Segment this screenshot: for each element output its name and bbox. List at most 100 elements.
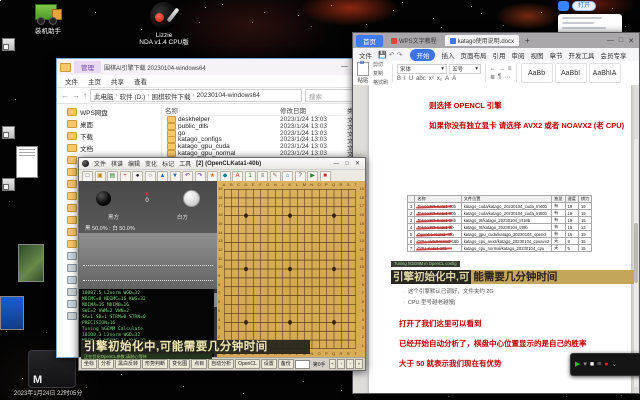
blue-tile-icon[interactable] (0, 296, 24, 330)
record-icon[interactable]: ● (604, 360, 608, 370)
ribbon-tab-视图[interactable]: 视图 (530, 50, 543, 60)
breadcrumb-segment[interactable]: 软件 (D:) (120, 91, 146, 101)
style-chip[interactable]: AaBb (520, 63, 553, 83)
play-icon[interactable]: ▶ (575, 360, 580, 370)
format-button[interactable]: x² (429, 76, 434, 82)
paragraph-button[interactable]: ≡ (508, 66, 512, 72)
status-button[interactable]: 坐标 (81, 359, 98, 369)
go-titlebar[interactable]: 文件 棋谱 编辑 变化 标记 工具 [2] (OpenCLKata1-40b) — □ ✕ (79, 158, 365, 170)
scrollbar-thumb[interactable] (634, 223, 638, 284)
minimize-button[interactable]: — (341, 63, 348, 71)
format-button[interactable]: I (404, 76, 406, 82)
ribbon-tab-插入[interactable]: 插入 (441, 50, 454, 60)
paragraph-button[interactable]: ⋯ (504, 74, 510, 81)
format-button[interactable]: U (409, 76, 413, 82)
explorer-manage-tab[interactable]: 管理 (74, 61, 101, 73)
go-move-input[interactable] (294, 359, 310, 369)
move-nav-button[interactable]: › (346, 359, 355, 369)
style-chip[interactable]: AaBhIA (588, 63, 621, 83)
minimize-button[interactable]: — (333, 160, 339, 168)
image-thumbnail-icon[interactable] (18, 244, 44, 282)
close-button[interactable]: ✕ (355, 160, 360, 168)
go-tool-icon[interactable]: ◆ (219, 170, 231, 182)
go-tool-icon[interactable]: ? (294, 170, 306, 182)
breadcrumb[interactable]: 此电脑 › 软件 (D:) › 围棋软件下载 › 20230104-windows64 (90, 89, 302, 102)
explorer-nav-item[interactable]: WPS网盘 (57, 106, 161, 118)
go-tool-icon[interactable]: + (119, 170, 131, 182)
format-button[interactable]: A (452, 76, 456, 82)
document-thumbnail-icon[interactable] (16, 146, 38, 178)
explorer-menu-item[interactable]: 查看 (134, 76, 147, 86)
go-tool-icon[interactable]: ★ (207, 170, 218, 182)
explorer-nav-item[interactable]: 桌面 (57, 118, 161, 130)
go-tool-icon[interactable]: ▤ (107, 170, 118, 182)
breadcrumb-segment[interactable]: 20230104-windows64 (197, 92, 260, 99)
status-button[interactable]: OpenCL (235, 359, 260, 369)
font-name-select[interactable]: 宋体 ▾ (397, 64, 448, 74)
settings-sliders-icon[interactable]: ≡ (597, 360, 601, 370)
chat-bubble-icon[interactable] (558, 1, 569, 11)
status-button[interactable]: 自动分析 (208, 359, 235, 369)
go-tool-icon[interactable]: ✎ (269, 170, 281, 182)
paste-button[interactable]: 粘贴 (357, 61, 369, 84)
go-menu-item[interactable]: 文件 (94, 159, 106, 168)
move-nav-button[interactable]: ‹ (337, 359, 346, 369)
ribbon-tab-file[interactable]: 文件 (359, 50, 372, 60)
ribbon-tab-开发工具[interactable]: 开发工具 (568, 50, 594, 60)
stop-icon[interactable]: ■ (590, 360, 594, 370)
explorer-titlebar[interactable]: 管理 围棋AI引擎下载 20230104-windows64 — □ ✕ (57, 59, 375, 75)
minimize-button[interactable]: — (607, 37, 614, 45)
go-tool-icon[interactable]: A (232, 170, 243, 182)
go-tool-icon[interactable]: 1 (244, 170, 256, 182)
go-tool-icon[interactable]: ○ (144, 170, 156, 182)
new-tab-button[interactable]: + (522, 36, 533, 45)
go-menu-item[interactable]: 工具 (179, 159, 191, 168)
ribbon-tab-审阅[interactable]: 审阅 (511, 50, 524, 60)
desktop-shortcut-icon[interactable] (2, 126, 15, 139)
format-button[interactable]: B (397, 76, 401, 82)
format-button[interactable]: x₂ (437, 76, 442, 82)
go-tool-icon[interactable]: ⌂ (282, 170, 293, 182)
column-header[interactable]: 名称 (162, 105, 277, 115)
collapse-icon[interactable]: ⌄ (611, 360, 617, 370)
go-tool-icon[interactable]: ▶ (307, 170, 318, 182)
maximize-button[interactable]: □ (345, 160, 349, 168)
explorer-menu-item[interactable]: 共享 (111, 76, 124, 86)
explorer-menu-item[interactable]: 主页 (88, 76, 101, 86)
go-tool-icon[interactable]: ≡ (257, 170, 268, 182)
status-button[interactable]: 黑白反转 (115, 359, 142, 369)
chevron-down-icon[interactable]: ▾ (583, 360, 587, 370)
ribbon-tab-章节[interactable]: 章节 (549, 50, 562, 60)
status-button[interactable]: 形势判断 (142, 359, 169, 369)
go-tool-icon[interactable]: □ (82, 170, 93, 182)
forward-icon[interactable]: → (72, 91, 80, 100)
go-board[interactable]: AA1919BB1818CC1717DD1616EE1515FF1414GG13… (217, 181, 365, 358)
ribbon-tab-页面布局[interactable]: 页面布局 (460, 50, 486, 60)
desktop-icon-installer[interactable]: 装机助手 (26, 2, 70, 35)
paragraph-button[interactable]: ¶ (498, 74, 501, 81)
go-menu-item[interactable]: 变化 (145, 159, 157, 168)
go-tool-icon[interactable]: ↷ (194, 170, 206, 182)
explorer-nav-item[interactable]: 文档 (57, 142, 161, 154)
go-menu-item[interactable]: 棋谱 (111, 159, 123, 168)
status-button[interactable]: 变化图 (169, 359, 191, 369)
ribbon-tab-引用[interactable]: 引用 (492, 50, 505, 60)
status-button[interactable]: 备份 (277, 359, 294, 369)
cut-button[interactable]: 剪切 (373, 61, 388, 68)
desktop-shortcut-icon[interactable] (2, 178, 15, 191)
tab-doc1[interactable]: WPS文字教程 (386, 35, 442, 46)
ribbon-tab-开始[interactable]: 开始 (410, 48, 436, 61)
copy-button[interactable]: 复制 (373, 70, 388, 77)
desktop-icon-lizzie[interactable]: Lizzie NDA v1.4 CPU版 (138, 2, 190, 46)
maximize-button[interactable]: □ (619, 37, 623, 45)
breadcrumb-segment[interactable]: 围棋软件下载 (151, 91, 190, 101)
go-tool-icon[interactable]: ■ (319, 170, 331, 182)
desktop-shortcut-icon[interactable] (2, 38, 15, 51)
quick-access-icons[interactable]: 💾↶↷ (378, 51, 404, 59)
up-icon[interactable]: ↑ (83, 91, 87, 100)
style-chip[interactable]: AaBbI (554, 63, 587, 83)
status-button[interactable]: 点目 (191, 359, 208, 369)
paragraph-button[interactable]: ← (490, 66, 496, 72)
widget-open-button[interactable]: 打开 (572, 1, 597, 11)
status-button[interactable]: 设置 (260, 359, 277, 369)
